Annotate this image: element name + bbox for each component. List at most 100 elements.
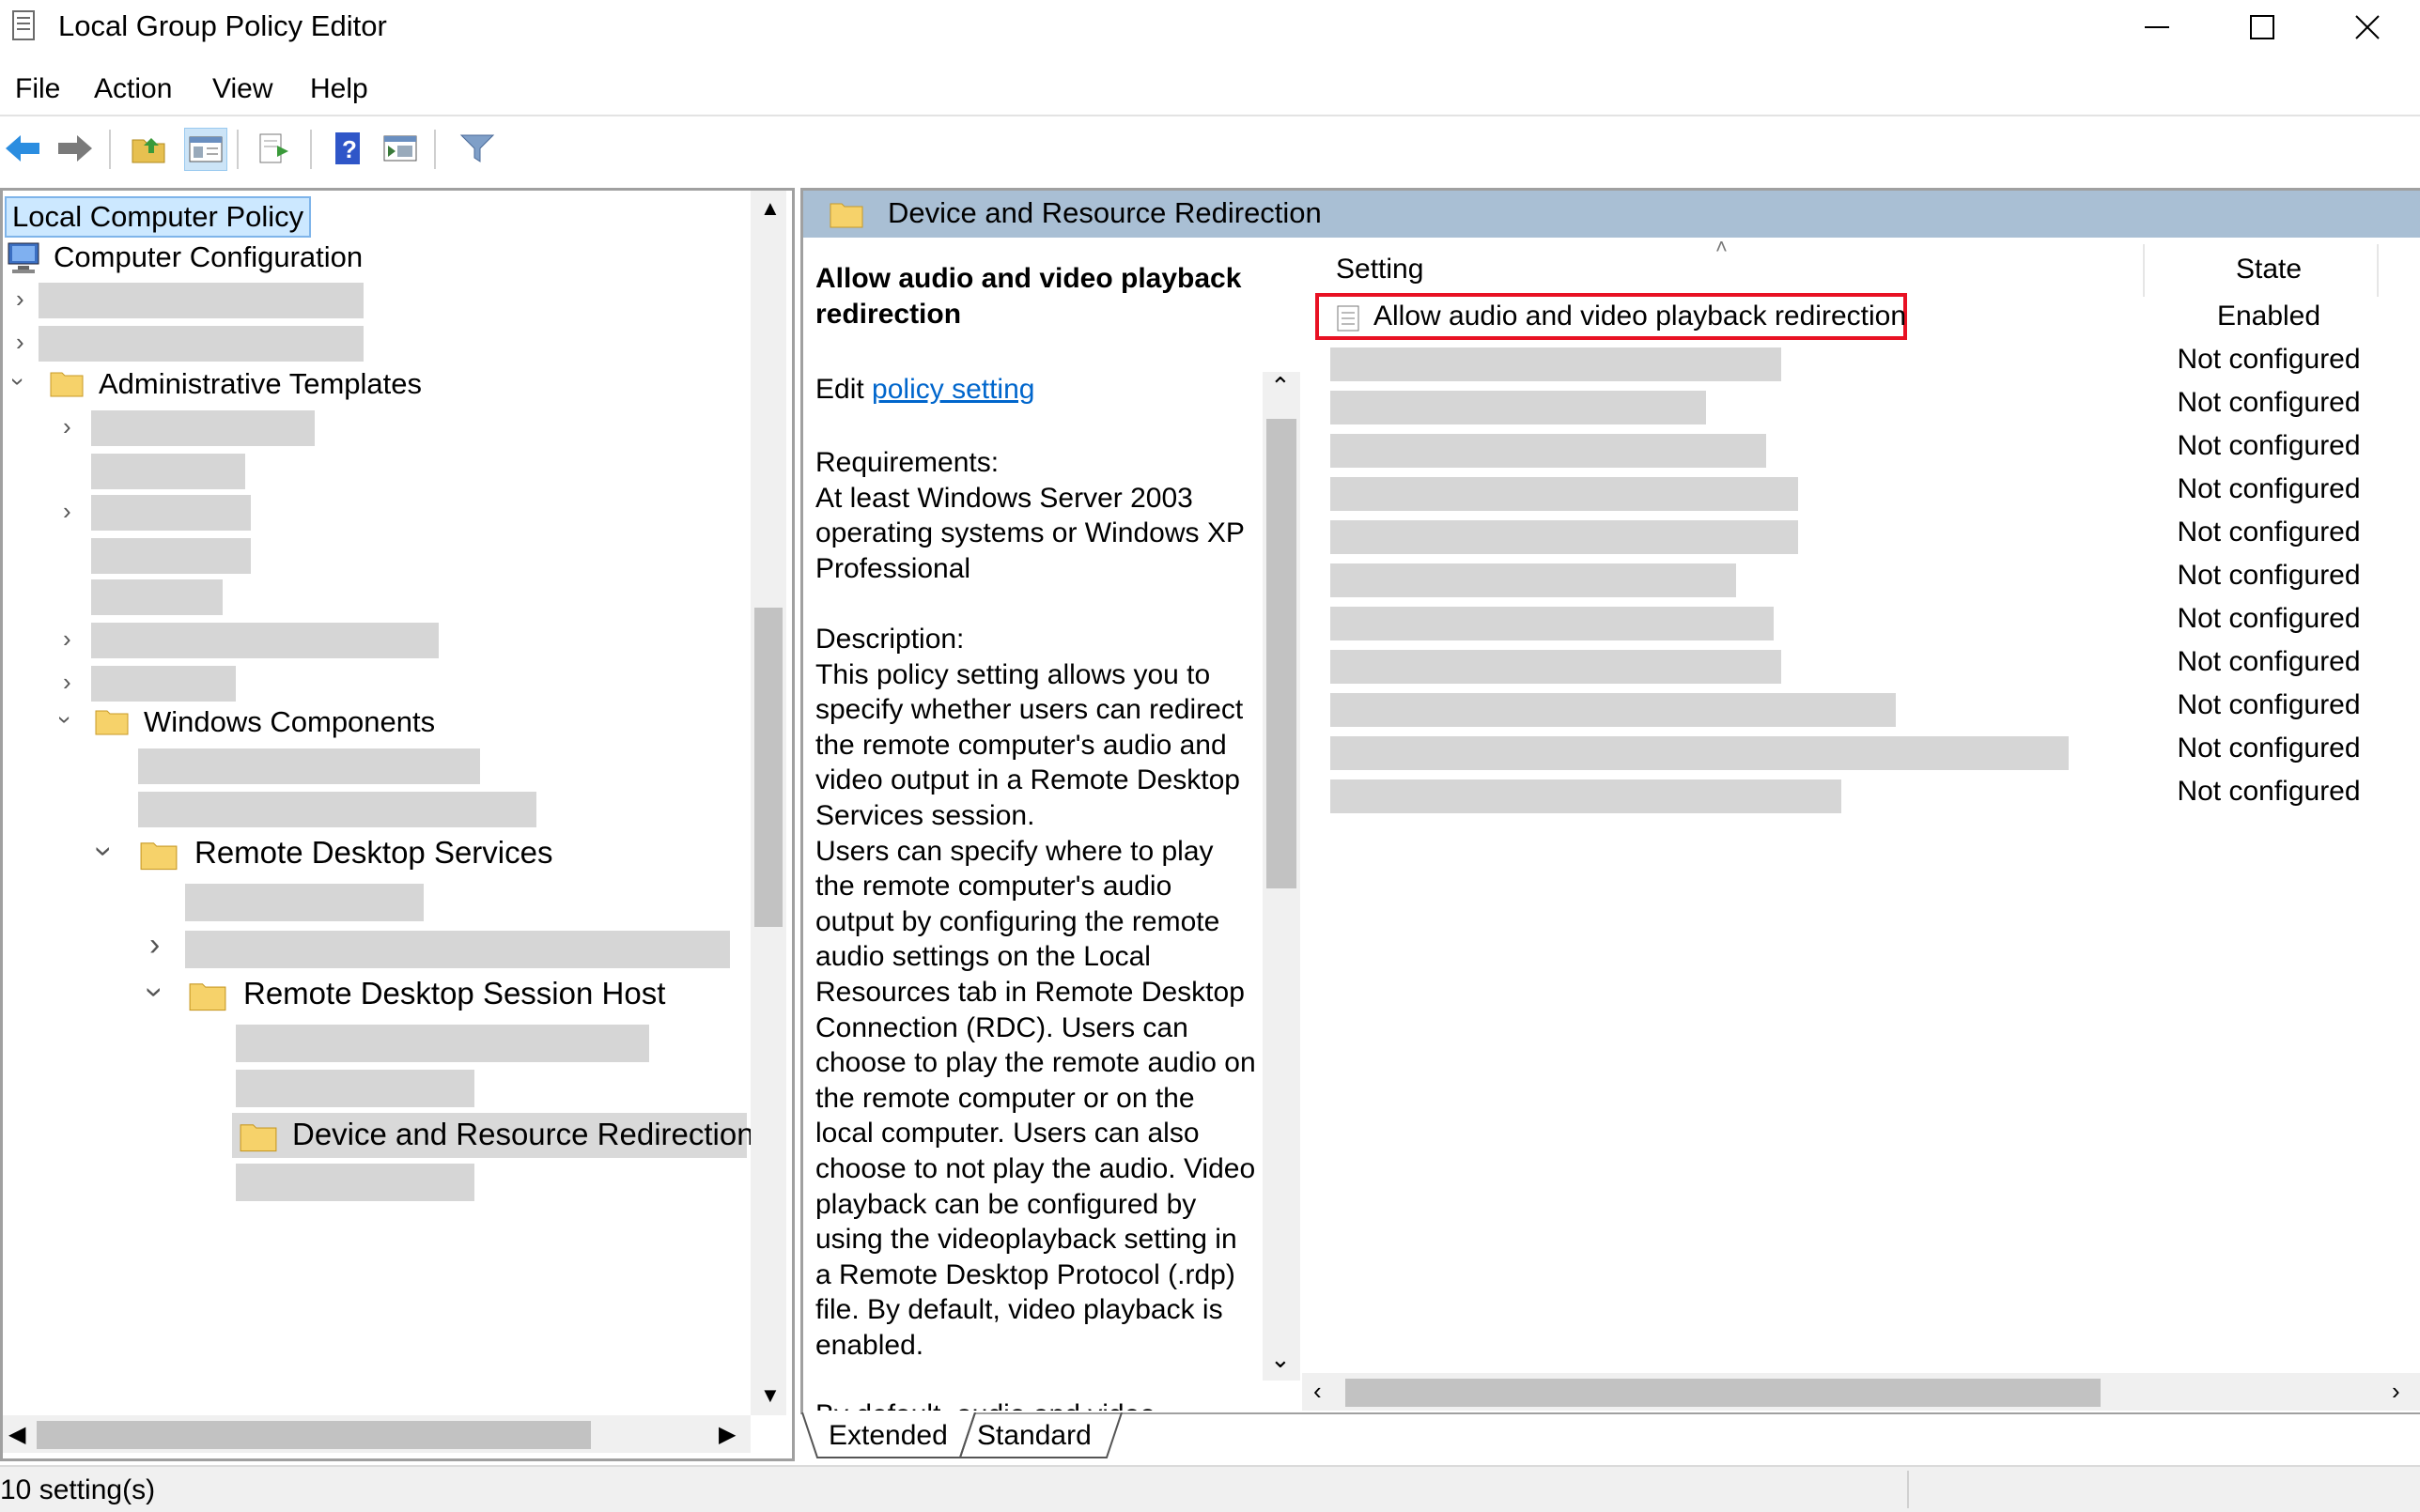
setting-state: Not configured [2177, 776, 2361, 807]
tree-remote-desktop-services[interactable]: Remote Desktop Services [194, 835, 552, 871]
scrollbar-thumb[interactable] [754, 608, 783, 927]
menu-help[interactable]: Help [310, 73, 368, 105]
requirements-text: At least Windows Server 2003 operating s… [815, 482, 1245, 584]
filter-button[interactable] [457, 128, 498, 169]
tree-root-local-computer-policy[interactable]: Local Computer Policy [5, 196, 312, 238]
edit-label: Edit [815, 374, 864, 405]
tree-windows-components[interactable]: Windows Components [144, 705, 435, 739]
scroll-left-arrow-icon[interactable]: ‹ [1313, 1377, 1322, 1406]
redacted-setting-name [1330, 693, 1896, 727]
help-icon: ? [335, 132, 360, 164]
scroll-right-arrow-icon[interactable]: › [2392, 1377, 2400, 1406]
scroll-right-arrow-icon[interactable]: ▶ [719, 1421, 736, 1448]
redacted-tree-item [91, 623, 439, 658]
collapse-chevron-icon[interactable]: › [85, 846, 122, 856]
expand-chevron-icon[interactable]: › [63, 497, 71, 526]
help-button[interactable]: ? [327, 128, 368, 169]
redacted-tree-item [91, 538, 251, 574]
up-folder-icon [132, 138, 165, 163]
scroll-up-arrow-icon[interactable]: ▲ [760, 196, 781, 221]
redacted-setting-name [1330, 736, 2069, 770]
redacted-tree-item [91, 495, 251, 531]
tree-vertical-scrollbar[interactable]: ▲ ▼ [751, 191, 786, 1415]
expand-chevron-icon[interactable]: › [63, 625, 71, 654]
export-list-icon [259, 133, 288, 163]
maximize-button[interactable] [2210, 0, 2315, 54]
redacted-setting-name [1330, 347, 1781, 381]
redacted-setting-name [1330, 607, 1774, 640]
policy-editor-app-icon [12, 10, 35, 40]
properties-button[interactable] [380, 128, 421, 169]
highlighted-setting-row[interactable]: Allow audio and video playback redirecti… [1315, 293, 1907, 340]
minimize-button[interactable] [2104, 0, 2210, 54]
column-divider [2377, 244, 2379, 297]
edit-policy-line: Edit policy setting [815, 374, 1034, 406]
menu-bar: File Action View Help [0, 68, 2420, 113]
list-horizontal-scrollbar[interactable]: ‹ › [1302, 1373, 2420, 1411]
scroll-down-arrow-icon[interactable]: ▼ [760, 1383, 781, 1408]
expand-chevron-icon[interactable]: › [16, 328, 24, 357]
tab-extended[interactable]: Extended [829, 1420, 948, 1452]
redacted-tree-item [91, 666, 236, 702]
redacted-setting-name [1330, 477, 1798, 511]
svg-text:?: ? [342, 135, 357, 163]
folder-icon [189, 983, 226, 1011]
tree-device-and-resource-redirection[interactable]: Device and Resource Redirection [292, 1117, 754, 1152]
expand-chevron-icon[interactable]: › [149, 927, 160, 964]
close-button[interactable] [2315, 0, 2420, 54]
setting-state: Not configured [2177, 603, 2361, 634]
status-divider [1907, 1471, 1909, 1508]
edit-policy-setting-link[interactable]: policy setting [872, 374, 1034, 405]
redacted-tree-item [185, 931, 730, 968]
expand-chevron-icon[interactable]: › [63, 668, 71, 697]
tab-standard[interactable]: Standard [977, 1420, 1092, 1452]
scrollbar-thumb[interactable] [37, 1421, 591, 1449]
status-bar: 10 setting(s) [0, 1465, 2420, 1512]
expand-chevron-icon[interactable]: › [63, 412, 71, 441]
redacted-setting-name [1330, 650, 1781, 684]
back-button[interactable] [2, 128, 43, 169]
export-list-button[interactable] [254, 128, 295, 169]
policy-title: Allow audio and video playback redirecti… [815, 261, 1257, 332]
description-scrollbar[interactable]: ⌃ ⌄ [1263, 372, 1300, 1381]
tree-administrative-templates[interactable]: Administrative Templates [99, 367, 422, 401]
redacted-setting-name [1330, 391, 1706, 424]
column-header-setting[interactable]: Setting [1336, 254, 1423, 285]
expand-chevron-icon[interactable]: › [16, 285, 24, 314]
redacted-tree-item [39, 326, 364, 362]
tree-remote-desktop-session-host[interactable]: Remote Desktop Session Host [243, 976, 665, 1011]
scroll-up-arrow-icon[interactable]: ⌃ [1270, 372, 1291, 401]
scrollbar-thumb[interactable] [1266, 419, 1296, 888]
title-bar: Local Group Policy Editor [0, 0, 2420, 54]
collapse-chevron-icon[interactable]: › [136, 987, 173, 997]
setting-state: Enabled [2216, 301, 2321, 332]
tree-selected-row[interactable]: Device and Resource Redirection [232, 1113, 754, 1158]
folder-icon [50, 372, 84, 397]
requirements-label: Requirements: [815, 447, 1000, 478]
forward-arrow-icon [58, 135, 92, 162]
show-hide-tree-button[interactable] [184, 128, 227, 171]
column-header-state[interactable]: State [2161, 254, 2377, 285]
folder-icon [240, 1124, 277, 1152]
scroll-left-arrow-icon[interactable]: ◀ [8, 1421, 25, 1448]
scrollbar-thumb[interactable] [1345, 1379, 2101, 1407]
tree-computer-configuration[interactable]: Computer Configuration [54, 240, 363, 274]
tree-horizontal-scrollbar[interactable]: ◀ ▶ [3, 1415, 751, 1453]
setting-state: Not configured [2177, 387, 2361, 418]
menu-file[interactable]: File [15, 73, 60, 105]
redacted-setting-name [1330, 779, 1841, 813]
redacted-setting-name [1330, 434, 1766, 468]
redacted-tree-item [91, 410, 315, 446]
status-settings-count: 10 setting(s) [0, 1474, 156, 1505]
collapse-chevron-icon[interactable]: › [4, 378, 33, 386]
description-paragraph-1: This policy setting allows you to specif… [815, 658, 1244, 831]
forward-button[interactable] [54, 128, 96, 169]
menu-action[interactable]: Action [94, 73, 172, 105]
filter-icon [459, 134, 495, 162]
collapse-chevron-icon[interactable]: › [51, 716, 80, 724]
tree-panel: Local Computer Policy Computer Configura… [0, 188, 795, 1461]
scroll-down-arrow-icon[interactable]: ⌄ [1270, 1345, 1291, 1374]
up-level-button[interactable] [128, 128, 169, 169]
menu-view[interactable]: View [212, 73, 272, 105]
maximize-icon [2250, 15, 2274, 39]
